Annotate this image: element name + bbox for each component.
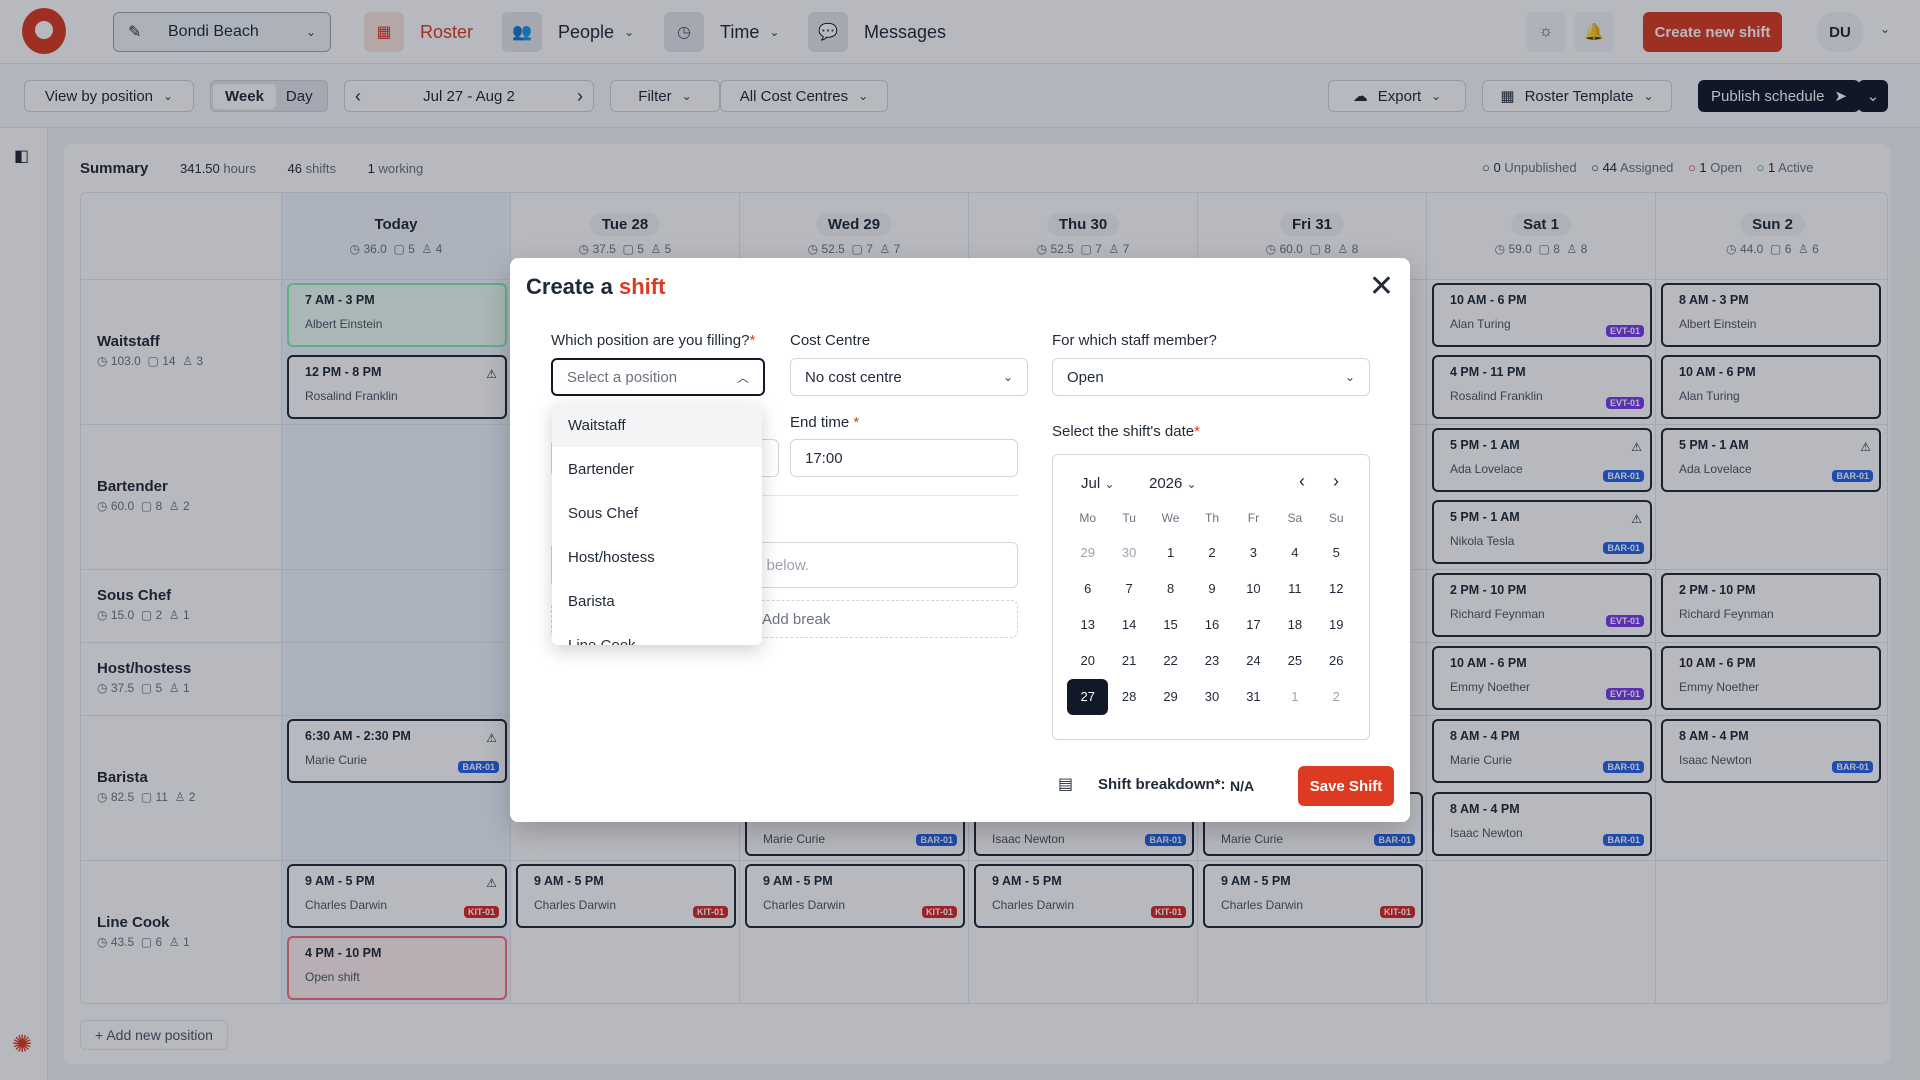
weekday-label: Sa <box>1287 511 1303 525</box>
calendar-grid: Mo Tu We Th Fr Sa Su 29 30 1 2 3 4 5 6 7… <box>1067 511 1357 715</box>
close-icon[interactable]: ✕ <box>1369 272 1394 302</box>
calendar-day[interactable]: 22 <box>1150 643 1191 679</box>
calendar-day[interactable]: 12 <box>1316 571 1357 607</box>
year-value: 2026 <box>1149 475 1183 492</box>
cost-centre-select[interactable]: No cost centre ⌄ <box>790 358 1028 396</box>
calendar-day[interactable]: 17 <box>1233 607 1274 643</box>
position-select[interactable]: Select a position ︿ <box>551 358 765 396</box>
calendar-day[interactable]: 9 <box>1191 571 1232 607</box>
end-time-value: 17:00 <box>805 449 843 467</box>
staff-field-label: For which staff member? <box>1052 332 1217 349</box>
calendar-day[interactable]: 30 <box>1108 535 1149 571</box>
calendar-day[interactable]: 10 <box>1233 571 1274 607</box>
weekday-label: Mo <box>1079 511 1097 525</box>
month-value: Jul <box>1081 475 1101 492</box>
end-time-label: End time * <box>790 414 860 431</box>
position-option[interactable]: Bartender <box>552 447 762 491</box>
position-option[interactable]: Sous Chef <box>552 491 762 535</box>
breakdown-value: N/A <box>1230 778 1255 794</box>
calendar-day[interactable]: 6 <box>1067 571 1108 607</box>
calendar-day[interactable]: 18 <box>1274 607 1315 643</box>
chevron-left-icon[interactable]: ‹ <box>1299 471 1305 492</box>
staff-select[interactable]: Open ⌄ <box>1052 358 1370 396</box>
cost-centre-value: No cost centre <box>805 368 902 386</box>
calendar-day[interactable]: 1 <box>1150 535 1191 571</box>
date-field-label: Select the shift's date* <box>1052 423 1200 440</box>
date-picker: Jul ⌄ 2026 ⌄ ‹ › Mo Tu We Th Fr Sa Su 29… <box>1052 454 1370 740</box>
chevron-down-icon: ⌄ <box>1186 477 1197 491</box>
weekday-label: Su <box>1328 511 1344 525</box>
calendar-day[interactable]: 15 <box>1150 607 1191 643</box>
weekday-label: Th <box>1204 511 1219 525</box>
calendar-day[interactable]: 11 <box>1274 571 1315 607</box>
weekday-label: Tu <box>1122 511 1136 525</box>
calendar-day[interactable]: 29 <box>1150 679 1191 715</box>
save-shift-button[interactable]: Save Shift <box>1298 766 1394 806</box>
calendar-day[interactable]: 20 <box>1067 643 1108 679</box>
modal-title-prefix: Create a <box>526 274 613 299</box>
position-option[interactable]: Barista <box>552 579 762 623</box>
calendar-day[interactable]: 31 <box>1233 679 1274 715</box>
calendar-day[interactable]: 8 <box>1150 571 1191 607</box>
position-label-text: Which position are you filling? <box>551 332 750 349</box>
cost-centre-field-label: Cost Centre <box>790 332 871 349</box>
position-option[interactable]: Waitstaff <box>552 403 762 447</box>
breakdown-label: Shift breakdown*: <box>1098 776 1226 793</box>
end-time-input[interactable]: 17:00 <box>790 439 1018 477</box>
position-placeholder: Select a position <box>567 368 678 386</box>
calendar-day[interactable]: 1 <box>1274 679 1315 715</box>
calculator-icon: ▤ <box>1058 776 1074 793</box>
calendar-day[interactable]: 25 <box>1274 643 1315 679</box>
create-shift-modal: Create a shift ✕ Which position are you … <box>510 258 1410 822</box>
calendar-day[interactable]: 24 <box>1233 643 1274 679</box>
calendar-day[interactable]: 23 <box>1191 643 1232 679</box>
weekday-label: Fr <box>1247 511 1260 525</box>
calendar-day[interactable]: 14 <box>1108 607 1149 643</box>
calendar-day[interactable]: 26 <box>1316 643 1357 679</box>
calendar-day[interactable]: 21 <box>1108 643 1149 679</box>
calendar-day-selected[interactable]: 27 <box>1067 679 1109 715</box>
calendar-day[interactable]: 2 <box>1191 535 1232 571</box>
modal-title-accent: shift <box>618 274 666 299</box>
calendar-day[interactable]: 19 <box>1316 607 1357 643</box>
calendar-day[interactable]: 28 <box>1108 679 1149 715</box>
date-label-text: Select the shift's date <box>1052 423 1195 440</box>
calendar-day[interactable]: 13 <box>1067 607 1108 643</box>
position-option[interactable]: Host/hostess <box>552 535 762 579</box>
staff-value: Open <box>1067 368 1104 386</box>
chevron-up-icon: ︿ <box>736 370 749 385</box>
calendar-day[interactable]: 3 <box>1233 535 1274 571</box>
position-field-label: Which position are you filling?* <box>551 332 756 349</box>
calendar-day[interactable]: 5 <box>1316 535 1357 571</box>
chevron-down-icon: ⌄ <box>1104 477 1115 491</box>
chevron-down-icon: ⌄ <box>1344 370 1355 384</box>
month-select[interactable]: Jul ⌄ <box>1081 475 1114 492</box>
calendar-day[interactable]: 16 <box>1191 607 1232 643</box>
modal-title: Create a shift <box>526 274 665 300</box>
calendar-day[interactable]: 30 <box>1191 679 1232 715</box>
position-dropdown-menu: Waitstaff Bartender Sous Chef Host/hoste… <box>552 403 762 645</box>
year-select[interactable]: 2026 ⌄ <box>1149 475 1197 492</box>
position-option[interactable]: Line Cook <box>552 623 762 646</box>
weekday-label: We <box>1161 511 1180 525</box>
calendar-day[interactable]: 29 <box>1067 535 1108 571</box>
calendar-day[interactable]: 2 <box>1316 679 1357 715</box>
calendar-day[interactable]: 7 <box>1108 571 1149 607</box>
chevron-down-icon: ⌄ <box>1002 370 1013 384</box>
end-time-label-text: End time <box>790 414 850 431</box>
calendar-day[interactable]: 4 <box>1274 535 1315 571</box>
chevron-right-icon[interactable]: › <box>1333 471 1339 492</box>
